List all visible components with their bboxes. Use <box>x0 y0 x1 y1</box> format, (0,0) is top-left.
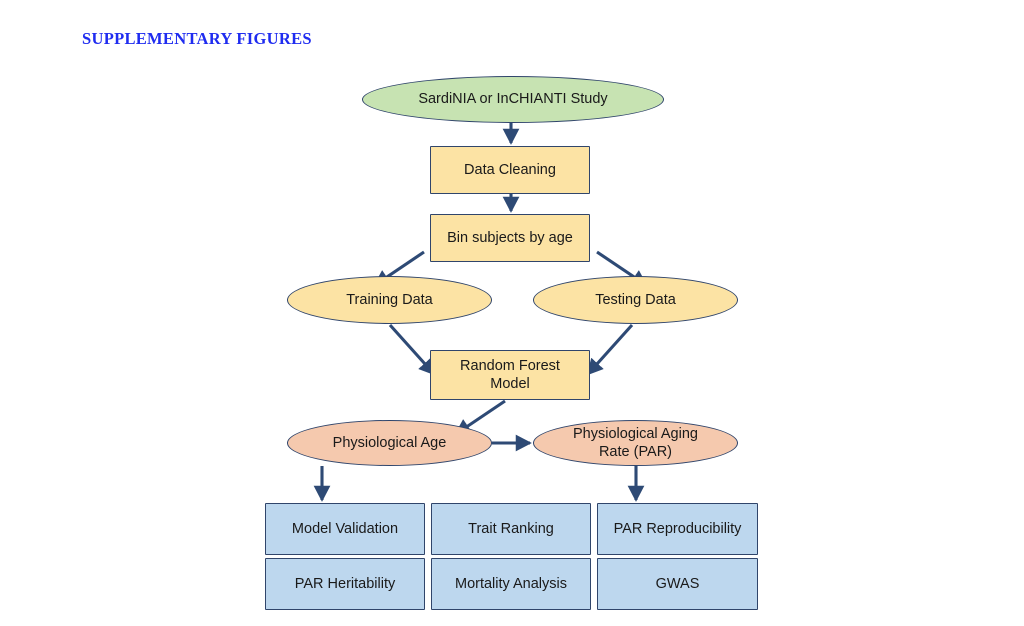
node-gwas[interactable]: GWAS <box>597 558 758 610</box>
node-physiological-aging-rate[interactable]: Physiological Aging Rate (PAR) <box>533 420 738 466</box>
node-par-heritability[interactable]: PAR Heritability <box>265 558 425 610</box>
node-training-data-label: Training Data <box>346 291 433 308</box>
node-mortality-analysis-label: Mortality Analysis <box>454 575 567 592</box>
node-trait-ranking[interactable]: Trait Ranking <box>431 503 591 555</box>
node-trait-ranking-label: Trait Ranking <box>468 520 554 537</box>
node-mortality-analysis[interactable]: Mortality Analysis <box>431 558 591 610</box>
node-data-cleaning[interactable]: Data Cleaning <box>430 146 590 194</box>
node-testing-data[interactable]: Testing Data <box>533 276 738 324</box>
flowchart-figure: SardiNIA or InCHIANTI Study Data Cleanin… <box>0 0 1024 626</box>
node-par-heritability-label: PAR Heritability <box>294 575 396 592</box>
node-study[interactable]: SardiNIA or InCHIANTI Study <box>362 76 664 123</box>
node-physiological-age[interactable]: Physiological Age <box>287 420 492 466</box>
node-training-data[interactable]: Training Data <box>287 276 492 324</box>
node-par-reproducibility-label: PAR Reproducibility <box>613 520 742 537</box>
arrow-training-to-random-forest <box>388 323 436 376</box>
node-model-validation-label: Model Validation <box>291 520 399 537</box>
node-physiological-age-label: Physiological Age <box>332 434 447 451</box>
node-testing-data-label: Testing Data <box>595 291 676 308</box>
node-par-reproducibility[interactable]: PAR Reproducibility <box>597 503 758 555</box>
node-study-label: SardiNIA or InCHIANTI Study <box>418 91 608 108</box>
node-data-cleaning-label: Data Cleaning <box>464 161 556 178</box>
node-bin-subjects-by-age[interactable]: Bin subjects by age <box>430 214 590 262</box>
node-bin-subjects-by-age-label: Bin subjects by age <box>447 229 573 246</box>
node-gwas-label: GWAS <box>655 575 700 592</box>
node-model-validation[interactable]: Model Validation <box>265 503 425 555</box>
arrow-testing-to-random-forest <box>586 323 634 376</box>
node-physiological-aging-rate-label: Physiological Aging Rate (PAR) <box>573 425 698 460</box>
node-random-forest-model[interactable]: Random Forest Model <box>430 350 590 400</box>
node-random-forest-model-label: Random Forest Model <box>460 357 560 392</box>
